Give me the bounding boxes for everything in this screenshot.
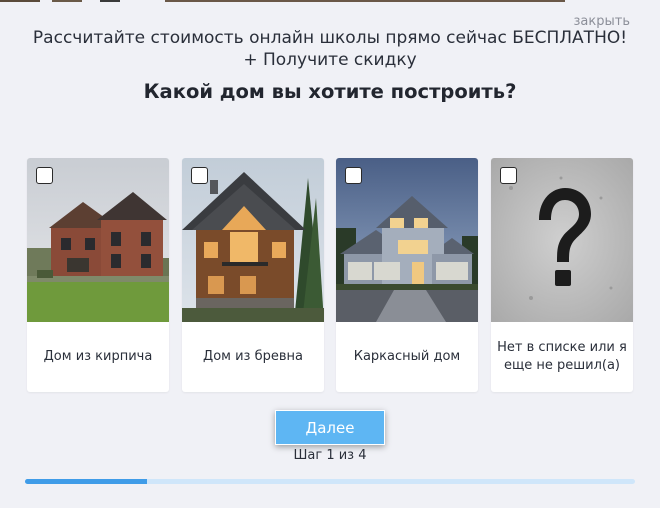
progress-bar <box>25 479 635 484</box>
headline: Рассчитайте стоимость онлайн школы прямо… <box>0 27 660 71</box>
option-card-brick[interactable]: Дом из кирпича <box>27 158 169 392</box>
option-label: Каркасный дом <box>353 349 461 364</box>
top-decorative-strip <box>0 0 660 2</box>
question-title: Какой дом вы хотите построить? <box>143 80 517 103</box>
next-button[interactable]: Далее <box>275 410 385 445</box>
option-label: Дом из бревна <box>203 349 303 364</box>
option-checkbox[interactable] <box>500 167 517 184</box>
headline-line-1: Рассчитайте стоимость онлайн школы прямо… <box>32 28 628 48</box>
option-card-log[interactable]: Дом из бревна <box>182 158 324 392</box>
headline-line-2: + Получите скидку <box>243 50 417 70</box>
options-grid: Дом из кирпича Дом из бревна Каркасный д… <box>27 158 634 392</box>
option-label: Нет в списке или я еще не решил(а) <box>497 340 627 373</box>
option-checkbox[interactable] <box>191 167 208 184</box>
option-card-frame[interactable]: Каркасный дом <box>336 158 478 392</box>
progress-bar-fill <box>25 479 147 484</box>
option-label: Дом из кирпича <box>43 349 153 364</box>
option-checkbox[interactable] <box>345 167 362 184</box>
option-card-other[interactable]: Нет в списке или я еще не решил(а) <box>491 158 633 392</box>
step-indicator: Шаг 1 из 4 <box>293 448 367 463</box>
option-checkbox[interactable] <box>36 167 53 184</box>
